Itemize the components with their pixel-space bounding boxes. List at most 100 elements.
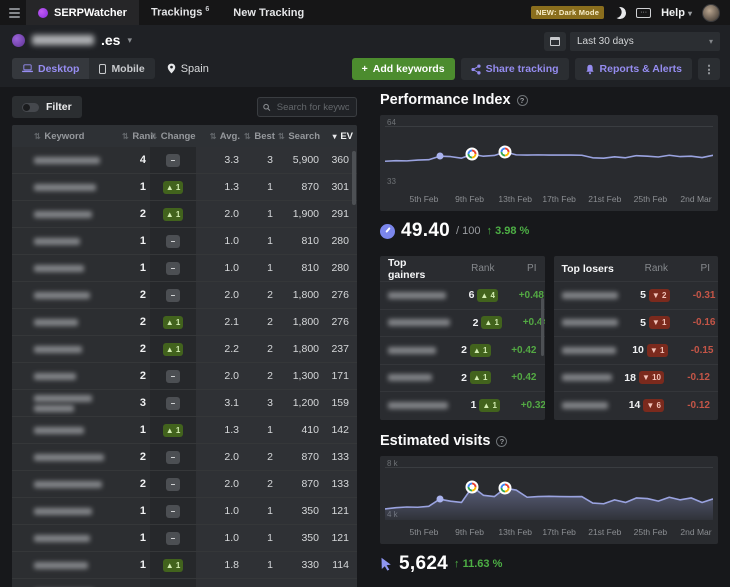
add-keywords-button[interactable]: + Add keywords xyxy=(352,58,455,80)
rank-value: 4 xyxy=(122,154,150,166)
mover-row[interactable]: 1▲ 1 +0.32 xyxy=(380,391,545,419)
nav-new-tracking[interactable]: New Tracking xyxy=(221,7,316,19)
google-update-marker-icon[interactable] xyxy=(499,482,512,495)
user-avatar[interactable] xyxy=(702,4,720,22)
mover-row[interactable]: 18▼ 10 -0.12 xyxy=(554,364,719,392)
keyboard-shortcuts-icon[interactable]: ··· xyxy=(636,8,651,18)
keyword-table-row[interactable]: 1 – 1.0 1 350 121 xyxy=(12,498,357,525)
data-point-marker[interactable] xyxy=(436,496,443,503)
mover-pi-value: -0.16 xyxy=(670,317,716,328)
keyword-table-row[interactable]: 1 ▲ 1 1.3 1 410 142 xyxy=(12,417,357,444)
change-badge: – xyxy=(166,289,180,302)
keyword-table-row[interactable]: 1 ▲ 1 1.8 1 330 114 xyxy=(12,552,357,579)
header-keyword[interactable]: ⇅ Keyword xyxy=(34,131,122,142)
ev-value: 133 xyxy=(324,471,357,497)
google-update-marker-icon[interactable] xyxy=(466,480,479,493)
search-volume-value: 1,800 xyxy=(278,309,324,335)
google-update-marker-icon[interactable] xyxy=(499,145,512,158)
nav-trackings[interactable]: Trackings 6 xyxy=(139,6,221,19)
mover-row[interactable]: 5▼ 2 -0.31 xyxy=(554,281,719,309)
search-volume-value xyxy=(278,579,324,587)
keyword-table-row[interactable]: 3 – 3.1 3 1,200 159 xyxy=(12,390,357,417)
header-ev-sorted[interactable]: ▾ EV xyxy=(324,131,357,142)
search-volume-value: 1,800 xyxy=(278,336,324,362)
search-volume-value: 1,800 xyxy=(278,282,324,308)
ev-value: 159 xyxy=(324,390,357,416)
avg-value: 1.3 xyxy=(196,174,244,200)
gainers-rank-header[interactable]: Rank xyxy=(443,263,495,274)
table-scrollbar[interactable] xyxy=(352,151,356,205)
ev-value: 280 xyxy=(324,228,357,254)
change-badge: – xyxy=(166,397,180,410)
estimated-visits-delta: ↑ 11.63 % xyxy=(454,558,502,570)
google-update-marker-icon[interactable] xyxy=(466,148,479,161)
domain-switch-chevron-icon[interactable]: ▾ xyxy=(127,35,132,46)
search-volume-value: 330 xyxy=(278,552,324,578)
device-mobile-button[interactable]: Mobile xyxy=(89,58,154,79)
help-menu[interactable]: Help ▾ xyxy=(661,7,692,19)
gainers-scrollbar[interactable] xyxy=(541,298,544,356)
mover-keyword-blurred xyxy=(562,347,616,354)
share-tracking-button[interactable]: Share tracking xyxy=(461,58,569,80)
keyword-table-row[interactable]: 2 ▲ 1 2.2 2 1,800 237 xyxy=(12,336,357,363)
mover-row[interactable]: 2▲ 1 +0.42 xyxy=(380,336,545,364)
keyword-table-row[interactable]: 1 – 1.0 1 350 121 xyxy=(12,525,357,552)
change-cell: ▲ 1 xyxy=(150,174,196,200)
keyword-table-row[interactable]: 2 ▲ 1 2.1 2 1,800 276 xyxy=(12,309,357,336)
losers-rank-header[interactable]: Rank xyxy=(616,263,668,274)
search-input[interactable] xyxy=(275,101,351,114)
serpwatcher-app: SERPWatcher Trackings 6 New Tracking NEW… xyxy=(0,0,730,587)
header-change[interactable]: ⇅ Change xyxy=(150,131,196,142)
reports-alerts-button[interactable]: Reports & Alerts xyxy=(575,58,692,80)
mover-keyword-blurred xyxy=(388,374,439,381)
losers-pi-header[interactable]: PI xyxy=(668,263,710,274)
help-circle-icon[interactable]: ? xyxy=(517,95,528,106)
keyword-table-row[interactable]: 1 – 1.0 1 810 280 xyxy=(12,228,357,255)
data-point-marker[interactable] xyxy=(436,153,443,160)
mover-row[interactable]: 10▼ 1 -0.15 xyxy=(554,336,719,364)
keyword-table-row[interactable]: 1 ▲ 1 1.3 1 870 301 xyxy=(12,174,357,201)
rank-value: 1 xyxy=(122,505,150,517)
device-desktop-button[interactable]: Desktop xyxy=(12,58,89,79)
calendar-button[interactable] xyxy=(544,32,566,51)
keyword-table-row[interactable] xyxy=(12,579,357,587)
mover-row[interactable]: 2▲ 1 +0.44 xyxy=(380,309,545,337)
estimated-visits-chart[interactable]: 8 k 4 k 5th Feb9th Feb13th Feb17th Feb21… xyxy=(380,456,718,544)
date-range-select[interactable]: Last 30 days▾ xyxy=(570,32,720,51)
keyword-cell-blurred xyxy=(34,157,122,164)
change-badge: – xyxy=(166,235,180,248)
avg-value: 2.0 xyxy=(196,444,244,470)
app-brand[interactable]: SERPWatcher xyxy=(26,0,139,25)
keyword-table-row[interactable]: 2 – 2.0 2 1,800 276 xyxy=(12,282,357,309)
dark-mode-toggle-moon-icon[interactable] xyxy=(613,5,628,20)
header-best[interactable]: ⇅ Best xyxy=(244,131,278,142)
filter-toggle-button[interactable]: Filter xyxy=(12,96,82,118)
overview-column: Performance Index ? 64 33 5th Feb9th Feb… xyxy=(380,92,718,575)
mover-row[interactable]: 5▼ 1 -0.16 xyxy=(554,309,719,337)
mover-row[interactable]: 14▼ 6 -0.12 xyxy=(554,391,719,419)
keyword-table-row[interactable]: 2 – 2.0 2 1,300 171 xyxy=(12,363,357,390)
filter-switch[interactable] xyxy=(22,103,39,112)
hamburger-menu-icon[interactable] xyxy=(0,0,26,25)
gainers-pi-header[interactable]: PI xyxy=(495,263,537,274)
table-header-row: ⇅ Keyword ⇅ Rank ⇅ Change ⇅ Avg. ⇅ Best … xyxy=(12,125,357,147)
header-search[interactable]: ⇅ Search xyxy=(278,131,324,142)
help-circle-icon[interactable]: ? xyxy=(496,436,507,447)
mover-row[interactable]: 6▲ 4 +0.48 xyxy=(380,281,545,309)
share-icon xyxy=(471,64,481,75)
more-options-kebab-icon[interactable]: ⋮ xyxy=(698,58,720,80)
serpwatcher-logo-icon xyxy=(38,8,48,18)
mover-rank-value: 5 xyxy=(640,289,646,301)
keyword-table-row[interactable]: 2 – 2.0 2 870 133 xyxy=(12,444,357,471)
header-avg[interactable]: ⇅ Avg. xyxy=(196,131,244,142)
mover-row[interactable]: 2▲ 1 +0.42 xyxy=(380,364,545,392)
header-rank[interactable]: ⇅ Rank xyxy=(122,131,150,142)
x-axis-tick-label: 17th Feb xyxy=(542,527,576,537)
keyword-table-row[interactable]: 1 – 1.0 1 810 280 xyxy=(12,255,357,282)
keyword-table-row[interactable]: 2 – 2.0 2 870 133 xyxy=(12,471,357,498)
mover-rank-value: 1 xyxy=(471,399,477,411)
performance-index-chart[interactable]: 64 33 5th Feb9th Feb13th Feb17th Feb21st… xyxy=(380,115,718,211)
keyword-table-row[interactable]: 2 ▲ 1 2.0 1 1,900 291 xyxy=(12,201,357,228)
mover-keyword-blurred xyxy=(388,402,448,409)
keyword-table-row[interactable]: 4 – 3.3 3 5,900 360 xyxy=(12,147,357,174)
